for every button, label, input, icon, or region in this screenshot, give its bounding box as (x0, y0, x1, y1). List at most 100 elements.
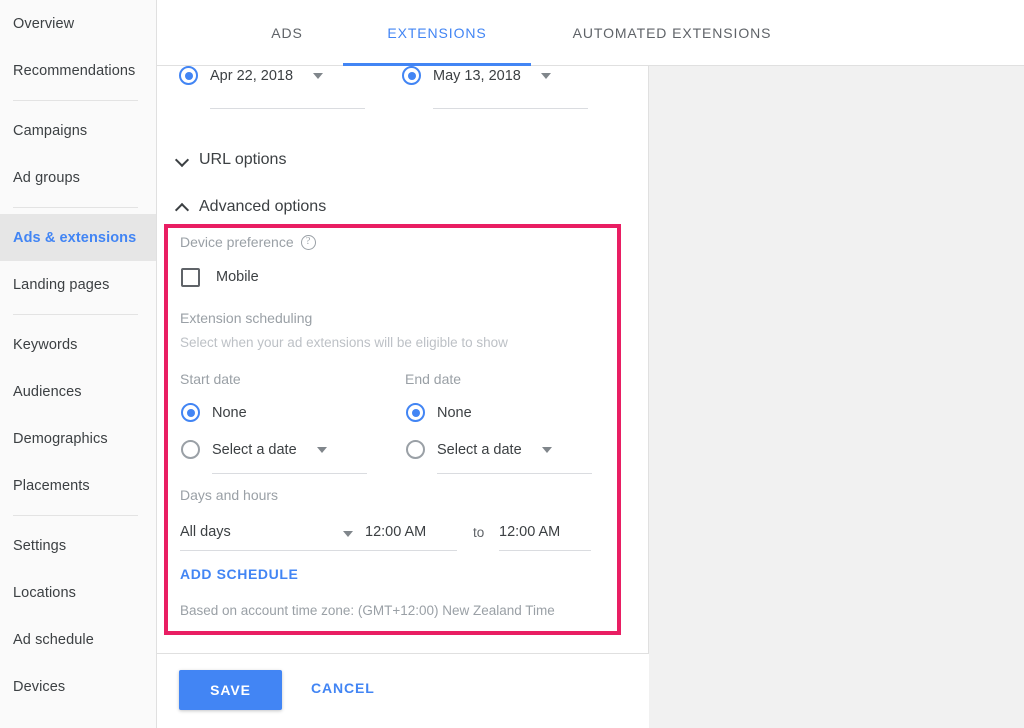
sidebar-group-4: Keywords Audiences Demographics Placemen… (0, 321, 156, 509)
sidebar-divider (13, 100, 138, 101)
start-date-none-radio[interactable] (181, 403, 200, 422)
end-date-none-label: None (437, 404, 472, 421)
url-options-toggle[interactable]: URL options (177, 151, 286, 169)
sidebar-group-5: Settings Locations Ad schedule Devices (0, 522, 156, 710)
start-date-heading: Start date (180, 371, 241, 387)
add-schedule-button[interactable]: ADD SCHEDULE (180, 566, 298, 582)
sidebar-item-ad-groups[interactable]: Ad groups (0, 154, 156, 201)
google-ads-extension-editor: Overview Recommendations Campaigns Ad gr… (0, 0, 1024, 728)
chevron-down-icon[interactable] (313, 72, 324, 79)
end-date-select-option[interactable]: Select a date (406, 440, 552, 459)
sidebar-item-ads-and-extensions[interactable]: Ads & extensions (0, 214, 156, 261)
end-date-field[interactable]: May 13, 2018 (402, 66, 551, 85)
end-date-value: May 13, 2018 (433, 67, 521, 84)
sidebar-item-label: Devices (13, 678, 66, 695)
end-date-select-label: Select a date (437, 441, 522, 458)
date-range-row: Apr 22, 2018 May 13, 2018 (157, 66, 649, 130)
sidebar-item-label: Keywords (13, 336, 78, 353)
sidebar-item-recommendations[interactable]: Recommendations (0, 47, 156, 94)
sidebar-item-label: Ads & extensions (13, 229, 137, 246)
start-date-select-label: Select a date (212, 441, 297, 458)
sidebar-item-ad-schedule[interactable]: Ad schedule (0, 616, 156, 663)
advanced-options-highlight-box: Device preference ? Mobile Extension sch… (164, 224, 621, 635)
tab-label: EXTENSIONS (387, 25, 487, 41)
extension-edit-card: Apr 22, 2018 May 13, 2018 URL options Ad… (157, 66, 649, 728)
cancel-button[interactable]: CANCEL (311, 680, 375, 696)
sidebar-item-settings[interactable]: Settings (0, 522, 156, 569)
content-background: Apr 22, 2018 May 13, 2018 URL options Ad… (157, 66, 1024, 728)
start-date-radio[interactable] (179, 66, 198, 85)
tab-extensions[interactable]: EXTENSIONS (343, 0, 531, 66)
start-date-none-label: None (212, 404, 247, 421)
sidebar-item-audiences[interactable]: Audiences (0, 368, 156, 415)
sidebar-item-label: Demographics (13, 430, 108, 447)
sidebar-item-label: Overview (13, 15, 75, 32)
sidebar-item-label: Landing pages (13, 276, 110, 293)
left-navigation-sidebar: Overview Recommendations Campaigns Ad gr… (0, 0, 157, 728)
days-select-value[interactable]: All days (180, 524, 231, 540)
extensions-tab-bar: ADS EXTENSIONS AUTOMATED EXTENSIONS (157, 0, 1024, 66)
sidebar-item-placements[interactable]: Placements (0, 462, 156, 509)
sidebar-divider (13, 314, 138, 315)
tab-active-underline (343, 63, 531, 66)
time-from-underline (365, 550, 457, 551)
tab-automated-extensions[interactable]: AUTOMATED EXTENSIONS (537, 0, 807, 66)
sidebar-item-label: Settings (13, 537, 67, 554)
tab-label: ADS (271, 25, 303, 41)
start-date-select-radio[interactable] (181, 440, 200, 459)
sidebar-group-2: Campaigns Ad groups (0, 107, 156, 201)
time-range-separator: to (473, 525, 485, 540)
sidebar-group-1: Overview Recommendations (0, 0, 156, 94)
sidebar-item-overview[interactable]: Overview (0, 0, 156, 47)
save-button[interactable]: SAVE (179, 670, 282, 710)
sidebar-item-label: Audiences (13, 383, 82, 400)
device-preference-text: Device preference (180, 234, 294, 250)
chevron-up-icon (177, 201, 189, 213)
sidebar-item-label: Placements (13, 477, 90, 494)
extension-scheduling-description: Select when your ad extensions will be e… (180, 335, 508, 350)
sidebar-item-label: Locations (13, 584, 76, 601)
chevron-down-icon[interactable] (343, 531, 353, 537)
end-date-heading: End date (405, 371, 462, 387)
chevron-down-icon (177, 154, 189, 166)
start-date-underline (210, 108, 365, 109)
advanced-options-toggle[interactable]: Advanced options (177, 198, 326, 216)
mobile-checkbox[interactable] (181, 268, 200, 287)
sidebar-item-devices[interactable]: Devices (0, 663, 156, 710)
sidebar-item-keywords[interactable]: Keywords (0, 321, 156, 368)
advanced-options-label: Advanced options (199, 198, 327, 215)
extension-scheduling-label: Extension scheduling (180, 310, 312, 326)
sidebar-item-locations[interactable]: Locations (0, 569, 156, 616)
days-select-underline (180, 550, 365, 551)
sidebar-item-campaigns[interactable]: Campaigns (0, 107, 156, 154)
end-date-radio[interactable] (402, 66, 421, 85)
chevron-down-icon[interactable] (541, 446, 552, 453)
sidebar-group-3: Ads & extensions Landing pages (0, 214, 156, 308)
end-date-none-radio[interactable] (406, 403, 425, 422)
tab-label: AUTOMATED EXTENSIONS (572, 25, 772, 41)
start-date-field[interactable]: Apr 22, 2018 (179, 66, 324, 85)
start-date-select-option[interactable]: Select a date (181, 440, 327, 459)
mobile-checkbox-label: Mobile (216, 269, 259, 285)
url-options-label: URL options (199, 151, 287, 168)
sidebar-item-label: Ad schedule (13, 631, 94, 648)
time-to-value[interactable]: 12:00 AM (499, 524, 560, 540)
sidebar-item-label: Campaigns (13, 122, 88, 139)
help-icon[interactable]: ? (300, 234, 316, 250)
chevron-down-icon[interactable] (540, 72, 551, 79)
sidebar-item-label: Recommendations (13, 62, 136, 79)
timezone-note: Based on account time zone: (GMT+12:00) … (180, 603, 555, 618)
sidebar-divider (13, 207, 138, 208)
time-from-value[interactable]: 12:00 AM (365, 524, 426, 540)
time-to-underline (499, 550, 591, 551)
start-date-value: Apr 22, 2018 (210, 67, 294, 84)
sidebar-item-demographics[interactable]: Demographics (0, 415, 156, 462)
extension-scheduling-text: Extension scheduling (180, 310, 313, 326)
start-date-none-option[interactable]: None (181, 403, 247, 422)
sidebar-divider (13, 515, 138, 516)
sidebar-item-label: Ad groups (13, 169, 80, 186)
chevron-down-icon[interactable] (316, 446, 327, 453)
sidebar-item-landing-pages[interactable]: Landing pages (0, 261, 156, 308)
end-date-select-radio[interactable] (406, 440, 425, 459)
end-date-none-option[interactable]: None (406, 403, 472, 422)
